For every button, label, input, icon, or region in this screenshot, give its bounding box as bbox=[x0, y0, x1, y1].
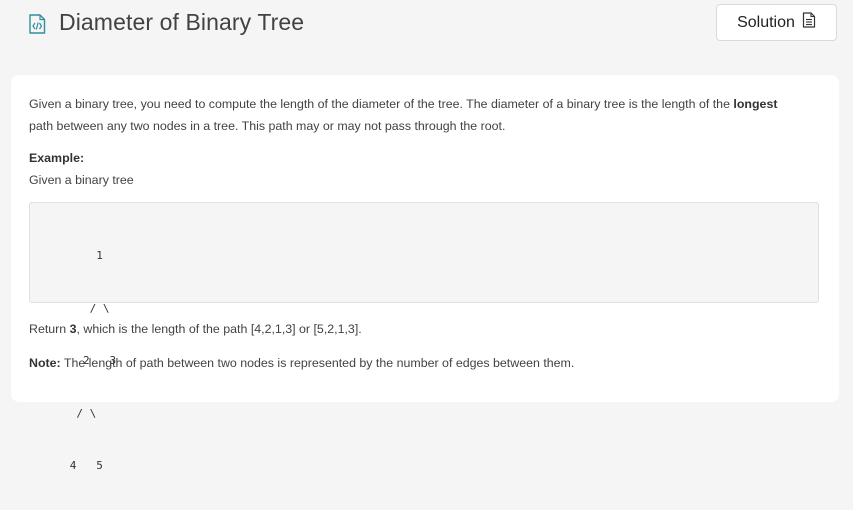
note-label: Note: bbox=[29, 356, 61, 370]
code-file-icon bbox=[28, 14, 46, 34]
return-explanation: , which is the length of the path [4,2,1… bbox=[76, 322, 362, 336]
solution-button-label: Solution bbox=[737, 13, 795, 31]
note: Note: The length of path between two nod… bbox=[29, 352, 574, 374]
return-text: Return bbox=[29, 322, 70, 336]
example-label: Example: bbox=[29, 151, 85, 165]
description-emphasis: longest bbox=[733, 97, 778, 111]
solution-button[interactable]: Solution bbox=[716, 4, 837, 41]
problem-description-card: Given a binary tree, you need to compute… bbox=[11, 75, 839, 472]
tree-line: / \ bbox=[30, 301, 110, 315]
page-title: Diameter of Binary Tree bbox=[59, 9, 305, 35]
description-line-1: Given a binary tree, you need to compute… bbox=[29, 93, 777, 115]
note-text: The length of path between two nodes is … bbox=[60, 356, 575, 370]
example-intro: Given a binary tree bbox=[29, 173, 134, 187]
description-text: Given a binary tree, you need to compute… bbox=[29, 97, 734, 111]
return-statement: Return 3, which is the length of the pat… bbox=[29, 318, 362, 340]
description-line-2: path between any two nodes in a tree. Th… bbox=[29, 119, 506, 133]
document-icon bbox=[802, 12, 816, 33]
tree-line: / \ bbox=[30, 406, 97, 420]
problem-header: Diameter of Binary Tree Solution bbox=[0, 0, 853, 60]
tree-line: 1 bbox=[30, 249, 103, 262]
tree-line: 4 5 bbox=[30, 459, 103, 472]
return-value: 3 bbox=[69, 322, 77, 336]
tree-code-block: 1 / \ 2 3 / \ 4 5 bbox=[29, 202, 819, 472]
